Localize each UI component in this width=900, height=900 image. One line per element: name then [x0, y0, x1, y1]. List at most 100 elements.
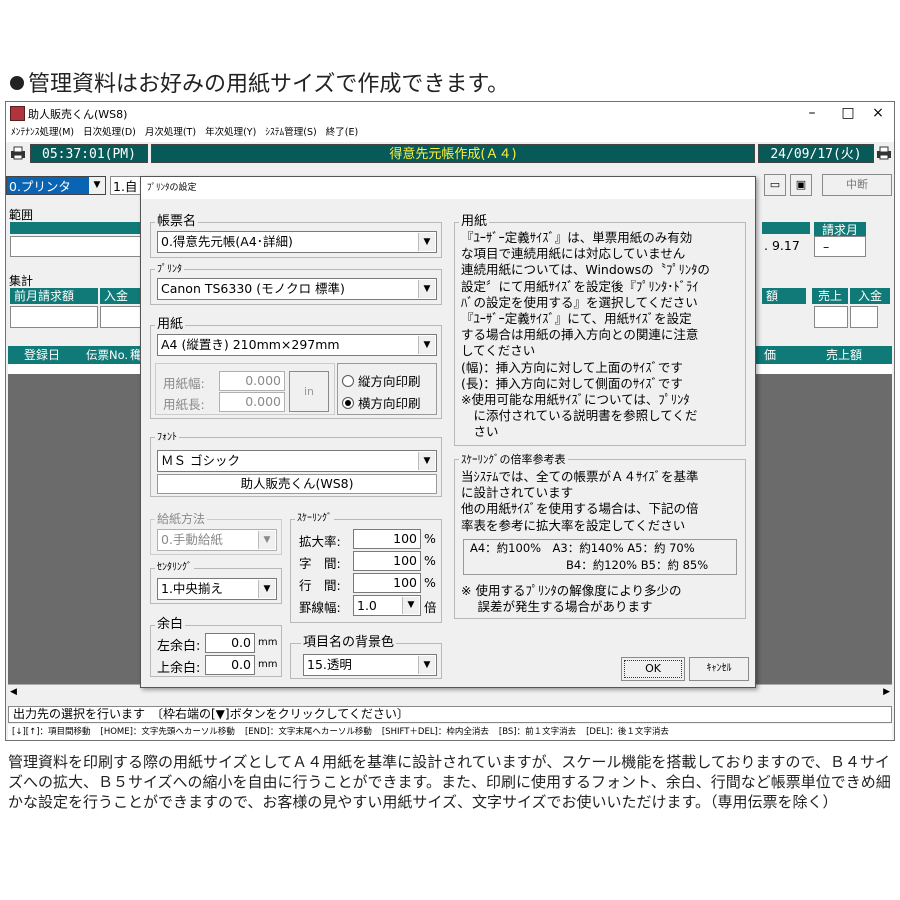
totals-header-deposit: 入金	[100, 288, 142, 304]
menu-exit[interactable]: 終了(E)	[326, 124, 358, 142]
printer-icon-right[interactable]	[876, 146, 892, 160]
bgcolor-select[interactable]: 15.透明 ▼	[303, 654, 437, 676]
form-select[interactable]: 0.得意先元帳(A4･詳細) ▼	[157, 231, 437, 253]
billing-date-value: . 9.17	[764, 238, 800, 253]
chevron-down-icon[interactable]: ▼	[418, 336, 435, 354]
scaling-label: ｽｹｰﾘﾝｸﾞ	[295, 512, 334, 526]
window-icon: ▣	[795, 178, 807, 191]
line-spacing-unit: %	[424, 575, 436, 590]
left-margin-unit: mm	[258, 637, 278, 648]
chevron-down-icon[interactable]: ▼	[402, 597, 419, 614]
paper-length-label: 用紙長:	[163, 397, 205, 412]
chevron-down-icon[interactable]: ▼	[418, 280, 435, 298]
line-spacing-input[interactable]: 100	[353, 573, 421, 593]
menu-system[interactable]: ｼｽﾃﾑ管理(S)	[265, 124, 316, 142]
chevron-down-icon[interactable]: ▼	[258, 531, 275, 549]
col-sales-amount: 売上額	[826, 347, 863, 363]
abort-button[interactable]: 中断	[822, 174, 892, 196]
bgcolor-label: 項目名の背景色	[301, 635, 397, 650]
ok-button[interactable]: OK	[621, 657, 685, 681]
scroll-left-icon[interactable]: ◀	[10, 687, 17, 697]
top-margin-input[interactable]: 0.0	[205, 655, 255, 675]
clock-display: 05:37:01(PM)	[30, 144, 148, 163]
key-help: [BS]：前１文字消去	[498, 727, 577, 737]
bullet-icon	[10, 76, 24, 90]
screen-title: 得意先元帳作成(Ａ４)	[151, 144, 755, 163]
printer-select[interactable]: Canon TS6330 (モノクロ 標準) ▼	[157, 278, 437, 300]
font-preview: 助人販売くん(WS8)	[157, 474, 437, 494]
app-icon	[10, 106, 25, 121]
paper-note-label: 用紙	[459, 214, 490, 229]
menu-monthly[interactable]: 月次処理(T)	[145, 124, 196, 142]
totals-deposit-field[interactable]	[100, 306, 142, 328]
key-help: [SHIFT＋DEL]：枠内全消去	[381, 727, 489, 737]
zoom-input[interactable]: 100	[353, 529, 421, 549]
preview-button[interactable]: ▣	[790, 174, 812, 196]
paper-length-input[interactable]: 0.000	[219, 392, 285, 412]
scale-note-label: ｽｹｰﾘﾝｸﾞの倍率参考表	[459, 453, 568, 467]
totals-income-field[interactable]	[850, 306, 878, 328]
billing-month-field[interactable]: –	[814, 236, 866, 257]
resolution-note: ※ 使用するﾌﾟﾘﾝﾀの解像度により多少の 誤差が発生する場合があります	[461, 583, 682, 615]
char-spacing-input[interactable]: 100	[353, 551, 421, 571]
scroll-right-icon[interactable]: ▶	[883, 687, 890, 697]
message-bar: 出力先の選択を行います 〔枠右端の[▼]ボタンをクリックしてください〕	[8, 706, 892, 723]
top-margin-unit: mm	[258, 659, 278, 670]
unit-toggle-button[interactable]: in	[289, 371, 329, 412]
menu-maintenance[interactable]: ﾒﾝﾃﾅﾝｽ処理(M)	[11, 124, 74, 142]
range-header	[10, 222, 142, 234]
paper-width-label: 用紙幅:	[163, 376, 205, 391]
menu-bar: ﾒﾝﾃﾅﾝｽ処理(M) 日次処理(D) 月次処理(T) 年次処理(Y) ｼｽﾃﾑ管理(S…	[6, 124, 894, 142]
printer-settings-dialog: ﾌﾟﾘﾝﾀの設定 帳票名 0.得意先元帳(A4･詳細) ▼ ﾌﾟﾘﾝﾀ Canon…	[140, 176, 756, 688]
paper-width-input[interactable]: 0.000	[219, 371, 285, 391]
menu-daily[interactable]: 日次処理(D)	[83, 124, 136, 142]
chevron-down-icon[interactable]: ▼	[418, 452, 435, 470]
form-label: 帳票名	[155, 214, 199, 229]
range-field[interactable]	[10, 236, 142, 257]
landscape-radio[interactable]: 横方向印刷	[342, 393, 421, 412]
feed-label: 給紙方法	[155, 512, 208, 526]
close-button[interactable]: ×	[858, 102, 898, 124]
output-select[interactable]: 0.プリンタ ▼	[6, 176, 106, 195]
left-margin-input[interactable]: 0.0	[205, 633, 255, 653]
printer-label: ﾌﾟﾘﾝﾀ	[155, 263, 184, 277]
billing-date-header	[762, 222, 810, 234]
feed-select[interactable]: 0.手動給紙 ▼	[157, 529, 277, 551]
radio-selected-icon	[342, 397, 354, 409]
chevron-down-icon[interactable]: ▼	[89, 177, 105, 194]
cancel-button[interactable]: ｷｬﾝｾﾙ	[689, 657, 749, 681]
col-date: 登録日	[24, 347, 61, 363]
chevron-down-icon[interactable]: ▼	[258, 580, 275, 598]
totals-header-prev: 前月請求額	[10, 288, 98, 304]
menu-yearly[interactable]: 年次処理(Y)	[205, 124, 256, 142]
key-help: [DEL]：後１文字消去	[586, 727, 669, 737]
printer-icon[interactable]	[10, 146, 26, 160]
left-margin-label: 左余白:	[157, 639, 201, 654]
chevron-down-icon[interactable]: ▼	[418, 656, 435, 674]
paper-select[interactable]: A4 (縦置き) 210mm×297mm ▼	[157, 334, 437, 356]
window-title: 助人販売くん(WS8)	[28, 108, 128, 121]
portrait-radio[interactable]: 縦方向印刷	[342, 371, 421, 390]
char-spacing-unit: %	[424, 553, 436, 568]
totals-prev-field[interactable]	[10, 306, 98, 328]
title-bar: 助人販売くん(WS8) – □ ×	[6, 102, 894, 124]
margin-label: 余白	[155, 617, 186, 632]
key-help: [HOME]：文字先頭へカーソル移動	[100, 727, 235, 737]
chevron-down-icon[interactable]: ▼	[418, 233, 435, 251]
totals-sales-field[interactable]	[814, 306, 848, 328]
rule-width-unit: 倍	[424, 600, 437, 615]
scale-note-text: 当ｼｽﾃﾑでは、全ての帳票がＡ４ｻｲｽﾞを基準 に設計されています 他の用紙ｻｲ…	[461, 469, 699, 533]
zoom-unit: %	[424, 531, 436, 546]
char-spacing-label: 字 間:	[299, 556, 341, 571]
ratio-table: A4：約100% A3：約140% A5：約 70% B4：約120% B5：約…	[463, 539, 737, 575]
description-caption: 管理資料を印刷する際の用紙サイズとしてＡ４用紙を基準に設計されていますが、スケー…	[8, 753, 891, 811]
paper-note-text: 『ﾕｰｻﾞｰ定義ｻｲｽﾞ』は、単票用紙のみ有効 な項目で連続用紙には対応していま…	[461, 230, 710, 440]
minimize-button[interactable]: –	[792, 102, 832, 124]
folder-button[interactable]: ▭	[764, 174, 786, 196]
line-spacing-label: 行 間:	[299, 578, 341, 593]
centering-select[interactable]: 1.中央揃え ▼	[157, 578, 277, 600]
folder-icon: ▭	[769, 178, 781, 191]
date-display: 24/09/17(火)	[758, 144, 874, 163]
rule-width-select[interactable]: 1.0 ▼	[353, 595, 421, 616]
font-select[interactable]: ＭＳ ゴシック ▼	[157, 450, 437, 472]
